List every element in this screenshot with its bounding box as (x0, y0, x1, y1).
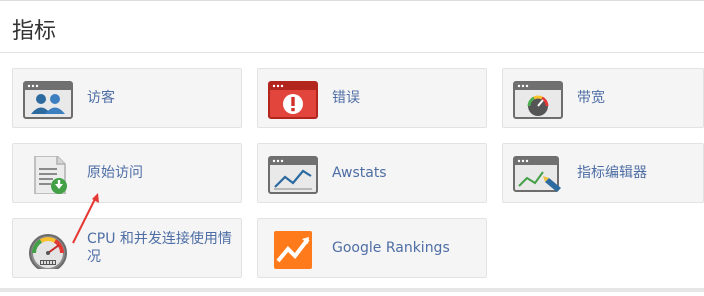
tile-metrics-editor[interactable]: 指标编辑器 (502, 143, 704, 203)
page-title: 指标 (12, 19, 57, 44)
tile-raw-access[interactable]: 原始访问 (12, 143, 242, 203)
tile-errors[interactable]: 错误 (257, 68, 487, 128)
visitors-icon (23, 81, 73, 119)
raw-access-download-icon (23, 156, 73, 194)
tile-cpu-usage[interactable]: CPU 和并发连接使用情况 (12, 218, 242, 278)
tile-label: 指标编辑器 (577, 165, 647, 181)
metrics-panel: 指标 访客 错误 带宽 原始访问 Awstats 指标编辑器 CPU 和并发连接… (0, 0, 704, 292)
metrics-editor-icon (513, 156, 563, 194)
panel-header: 指标 (0, 1, 704, 53)
tile-visitors[interactable]: 访客 (12, 68, 242, 128)
tile-awstats[interactable]: Awstats (257, 143, 487, 203)
tile-google-rankings[interactable]: Google Rankings (257, 218, 487, 278)
tile-label: CPU 和并发连接使用情况 (87, 231, 232, 265)
cpu-gauge-icon (23, 229, 73, 269)
tile-label: 带宽 (577, 90, 605, 106)
tile-label: 访客 (87, 90, 115, 106)
tile-bandwidth[interactable]: 带宽 (502, 68, 704, 128)
awstats-chart-icon (268, 156, 318, 194)
tile-label: Google Rankings (332, 240, 450, 256)
error-icon (268, 81, 318, 119)
tile-label: 错误 (332, 90, 360, 106)
bandwidth-gauge-icon (513, 81, 563, 119)
google-rankings-icon (268, 231, 318, 269)
tile-label: 原始访问 (87, 165, 143, 181)
tile-label: Awstats (332, 165, 387, 181)
